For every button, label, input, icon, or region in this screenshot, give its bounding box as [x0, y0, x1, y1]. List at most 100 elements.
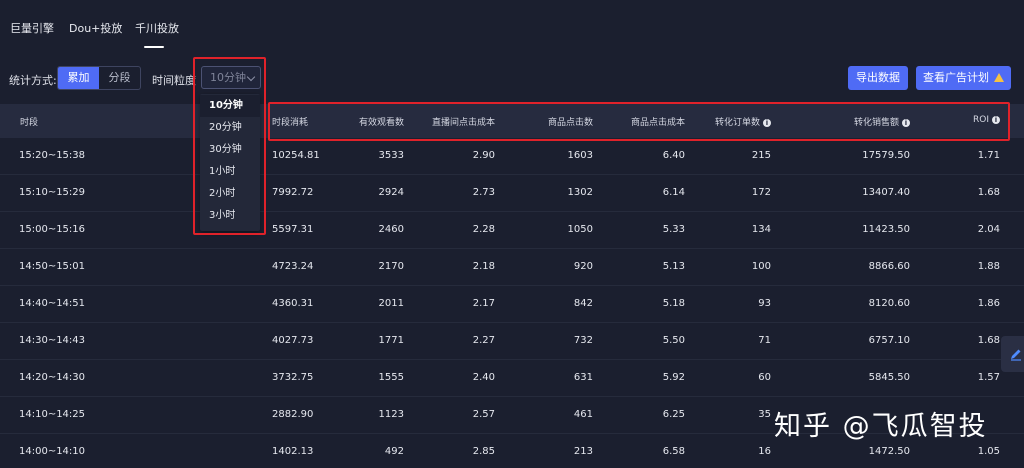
granularity-option[interactable]: 20分钟 [200, 117, 260, 139]
granularity-label: 时间粒度 [152, 74, 196, 87]
cell-product-click-cost: 5.50 [662, 335, 685, 346]
header-roi-label: ROI [973, 115, 989, 125]
cell-sales: 8866.60 [868, 261, 910, 272]
cell-product-clicks: 1050 [567, 224, 593, 235]
cell-orders: 134 [751, 224, 771, 235]
cell-product-click-cost: 5.33 [662, 224, 685, 235]
cell-product-clicks: 1603 [567, 150, 593, 161]
cell-product-click-cost: 6.25 [662, 409, 685, 420]
cell-roi: 1.68 [977, 187, 1000, 198]
cell-views: 492 [384, 446, 404, 457]
active-tab-indicator [144, 46, 164, 48]
granularity-option[interactable]: 30分钟 [200, 139, 260, 161]
cell-views: 1555 [378, 372, 404, 383]
cell-views: 2924 [378, 187, 404, 198]
tab-qianchuan[interactable]: 千川投放 [135, 20, 179, 36]
cell-product-click-cost: 6.40 [662, 150, 685, 161]
cell-product-clicks: 461 [573, 409, 593, 420]
granularity-option[interactable]: 1小时 [200, 161, 260, 183]
cell-room-click-cost: 2.18 [472, 261, 495, 272]
cell-views: 2170 [378, 261, 404, 272]
header-sales-label: 转化销售额 [853, 118, 899, 128]
header-product-clicks: 商品点击数 [547, 118, 593, 128]
edit-float-button[interactable] [1001, 336, 1024, 372]
granularity-select-value: 10分钟 [210, 71, 246, 84]
cell-sales: 17579.50 [862, 150, 910, 161]
cell-views: 1123 [378, 409, 404, 420]
cell-spend: 3732.75 [272, 372, 314, 383]
cell-roi: 1.05 [977, 446, 1000, 457]
cell-orders: 100 [751, 261, 771, 272]
cell-orders: 93 [758, 298, 771, 309]
cell-spend: 2882.90 [272, 409, 314, 420]
cell-sales: 6757.10 [868, 335, 910, 346]
cell-sales: 8120.60 [868, 298, 910, 309]
granularity-option[interactable]: 10分钟 [200, 95, 260, 117]
cell-roi: 2.04 [977, 224, 1000, 235]
table-row: 14:20~14:30 3732.75 1555 2.40 631 5.92 60 5845.… [0, 360, 1024, 397]
info-icon[interactable]: i [992, 116, 1000, 124]
cell-views: 3533 [378, 150, 404, 161]
cell-period: 15:10~15:29 [19, 187, 86, 198]
table-row: 14:30~14:43 4027.73 1771 2.27 732 5.50 71 6757.… [0, 323, 1024, 360]
cell-orders: 35 [758, 409, 771, 420]
cell-product-click-cost: 6.14 [662, 187, 685, 198]
cell-roi: 1.68 [977, 335, 1000, 346]
cell-room-click-cost: 2.40 [472, 372, 495, 383]
cell-roi: 1.86 [977, 298, 1000, 309]
cell-orders: 215 [751, 150, 771, 161]
cell-period: 15:00~15:16 [19, 224, 86, 235]
granularity-option[interactable]: 2小时 [200, 183, 260, 205]
cell-room-click-cost: 2.27 [472, 335, 495, 346]
granularity-option[interactable]: 3小时 [200, 205, 260, 227]
export-data-button[interactable]: 导出数据 [848, 66, 908, 90]
view-ad-plan-button[interactable]: 查看广告计划 [916, 66, 1011, 90]
cell-period: 14:30~14:43 [19, 335, 86, 346]
cell-period: 14:40~14:51 [19, 298, 86, 309]
top-tabs: 巨量引擎 Dou+投放 千川投放 [0, 0, 1024, 50]
table-row: 15:10~15:29 7992.72 2924 2.73 1302 6.14 172 134… [0, 175, 1024, 212]
header-orders: 转化订单数 i [715, 115, 771, 128]
cell-product-click-cost: 5.18 [662, 298, 685, 309]
cell-product-click-cost: 5.92 [662, 372, 685, 383]
info-icon[interactable]: i [763, 119, 771, 127]
granularity-select[interactable]: 10分钟 [201, 66, 261, 89]
table-row: 15:00~15:16 5597.31 2460 2.28 1050 5.33 134 114… [0, 212, 1024, 249]
header-room-click-cost: 直播间点击成本 [431, 118, 495, 128]
pen-icon [1011, 349, 1021, 361]
header-sales: 转化销售额 i [854, 115, 910, 128]
cell-period: 14:50~15:01 [19, 261, 86, 272]
cell-orders: 172 [751, 187, 771, 198]
cell-product-clicks: 631 [573, 372, 593, 383]
cell-product-click-cost: 6.58 [662, 446, 685, 457]
cell-room-click-cost: 2.17 [472, 298, 495, 309]
mode-segment-option[interactable]: 分段 [99, 67, 140, 89]
header-roi: ROI i [973, 115, 1000, 125]
cell-spend: 5597.31 [272, 224, 314, 235]
mode-cumulative-option[interactable]: 累加 [58, 67, 99, 89]
header-views: 有效观看数 [358, 118, 404, 128]
header-spend: 时段消耗 [272, 118, 309, 128]
cell-roi: 1.71 [977, 150, 1000, 161]
cell-product-clicks: 842 [573, 298, 593, 309]
warning-icon [994, 73, 1004, 82]
cell-sales: 11423.50 [862, 224, 910, 235]
header-product-click-cost: 商品点击成本 [630, 118, 685, 128]
cell-spend: 4723.24 [272, 261, 314, 272]
cell-room-click-cost: 2.57 [472, 409, 495, 420]
cell-views: 2011 [378, 298, 404, 309]
cell-orders: 16 [758, 446, 771, 457]
table-row: 14:50~15:01 4723.24 2170 2.18 920 5.13 100 8866… [0, 249, 1024, 286]
cell-views: 2460 [378, 224, 404, 235]
tab-dou-plus[interactable]: Dou+投放 [69, 20, 122, 36]
cell-spend: 4027.73 [272, 335, 314, 346]
tab-juliang[interactable]: 巨量引擎 [10, 20, 54, 36]
cell-room-click-cost: 2.90 [472, 150, 495, 161]
cell-sales: 1472.50 [868, 446, 910, 457]
cell-spend: 4360.31 [272, 298, 314, 309]
cell-spend: 7992.72 [272, 187, 314, 198]
info-icon[interactable]: i [902, 119, 910, 127]
cell-roi: 1.57 [977, 372, 1000, 383]
chevron-down-icon [246, 72, 256, 82]
cell-views: 1771 [378, 335, 404, 346]
